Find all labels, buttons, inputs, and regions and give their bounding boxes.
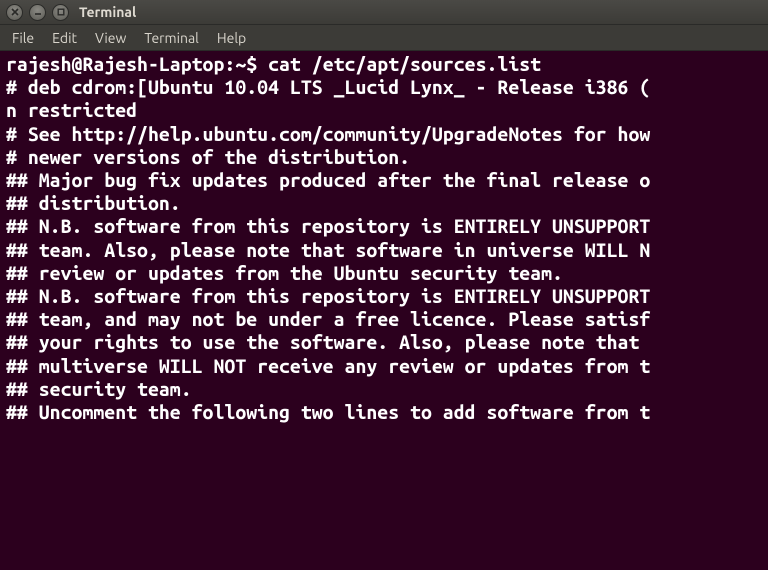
output-line: ## N.B. software from this repository is… — [6, 285, 764, 308]
output-line: ## security team. — [6, 378, 764, 401]
output-line: # See http://help.ubuntu.com/community/U… — [6, 123, 764, 146]
minimize-icon — [34, 8, 42, 16]
output-line: n restricted — [6, 99, 764, 122]
maximize-button[interactable] — [52, 4, 69, 21]
menu-view[interactable]: View — [87, 27, 134, 49]
window-title: Terminal — [79, 4, 136, 20]
output-line: ## Major bug fix updates produced after … — [6, 169, 764, 192]
menubar: File Edit View Terminal Help — [0, 25, 768, 51]
minimize-button[interactable] — [29, 4, 46, 21]
typed-command: cat /etc/apt/sources.list — [268, 53, 541, 75]
output-line: ## Uncomment the following two lines to … — [6, 401, 764, 424]
window-controls — [6, 4, 69, 21]
output-line: ## team, and may not be under a free lic… — [6, 308, 764, 331]
menu-help[interactable]: Help — [209, 27, 254, 49]
output-line: ## N.B. software from this repository is… — [6, 215, 764, 238]
close-button[interactable] — [6, 4, 23, 21]
command-line: rajesh@Rajesh-Laptop:~$ cat /etc/apt/sou… — [6, 53, 764, 76]
output-line: ## your rights to use the software. Also… — [6, 331, 764, 354]
terminal-window: Terminal File Edit View Terminal Help ra… — [0, 0, 768, 570]
titlebar[interactable]: Terminal — [0, 0, 768, 25]
prompt: rajesh@Rajesh-Laptop:~$ — [6, 53, 268, 75]
menu-terminal[interactable]: Terminal — [136, 27, 207, 49]
output-line: ## review or updates from the Ubuntu sec… — [6, 262, 764, 285]
menu-file[interactable]: File — [4, 27, 42, 49]
output-line: # newer versions of the distribution. — [6, 146, 764, 169]
output-line: # deb cdrom:[Ubuntu 10.04 LTS _Lucid Lyn… — [6, 76, 764, 99]
output-line: ## multiverse WILL NOT receive any revie… — [6, 355, 764, 378]
output-line: ## distribution. — [6, 192, 764, 215]
terminal-viewport[interactable]: rajesh@Rajesh-Laptop:~$ cat /etc/apt/sou… — [0, 51, 768, 570]
close-icon — [11, 8, 19, 16]
output-line: ## team. Also, please note that software… — [6, 239, 764, 262]
maximize-icon — [57, 8, 65, 16]
menu-edit[interactable]: Edit — [44, 27, 85, 49]
